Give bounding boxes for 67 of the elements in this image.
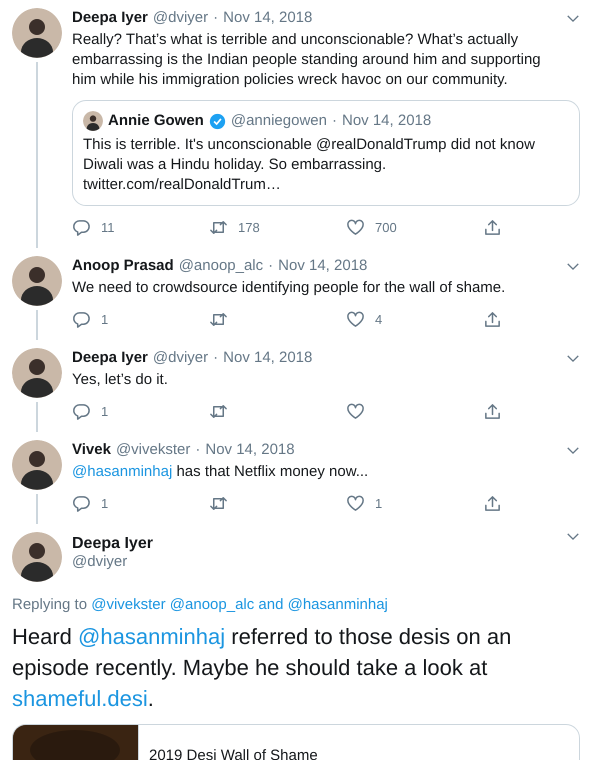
author-name[interactable]: Vivek	[72, 440, 111, 460]
tweet-text: Yes, let’s do it.	[72, 370, 169, 390]
action-count: 11	[101, 220, 114, 234]
reply-icon[interactable]	[72, 402, 91, 420]
avatar[interactable]	[12, 348, 62, 398]
tweet-date[interactable]: Nov 14, 2018	[223, 8, 312, 28]
share-icon[interactable]	[483, 218, 502, 236]
author-handle[interactable]: @vivekster	[116, 440, 190, 460]
link-card[interactable]: 2019 Desi Wall of Shame	[12, 724, 580, 760]
heart-icon[interactable]	[346, 494, 365, 512]
share-icon[interactable]	[483, 402, 502, 420]
mention-link[interactable]: shameful.desi	[12, 686, 148, 711]
reply-icon[interactable]	[72, 494, 91, 512]
chevron-down-icon[interactable]	[566, 354, 580, 362]
reply-icon[interactable]	[72, 218, 91, 236]
action-count: 700	[375, 220, 397, 234]
action-count: 4	[375, 312, 382, 326]
avatar[interactable]	[12, 440, 62, 490]
author-handle[interactable]: @dviyer	[152, 348, 208, 368]
author-name[interactable]: Deepa Iyer	[72, 348, 148, 368]
quoted-tweet[interactable]: Annie Gowen @anniegowen · Nov 14, 2018 This is terrible. It's unconscionable @realDonaldTrump did not know Diwali was a Hindu holiday. So embarrassing. twitter.com/realDonaldTrum…	[72, 100, 580, 206]
author-handle[interactable]: @anoop_alc	[178, 256, 264, 276]
chevron-down-icon[interactable]	[566, 262, 580, 270]
tweet-date[interactable]: Nov 14, 2018	[223, 348, 312, 368]
separator-dot: ·	[195, 440, 200, 460]
mention-link[interactable]: @vivekster @anoop_alc and @hasanminhaj	[91, 596, 388, 613]
mention-link[interactable]: @hasanminhaj	[78, 624, 226, 649]
avatar[interactable]	[12, 256, 62, 306]
reply-icon[interactable]	[72, 310, 91, 328]
author-handle[interactable]: @dviyer	[72, 553, 153, 570]
tweet-text: Really? That’s what is terrible and unconscionable? What’s actually embarrassing is the Indian people standing around him and supporting him while his immigration policies wreck havoc on our community.	[72, 30, 542, 90]
action-count: 1	[101, 496, 108, 510]
share-icon[interactable]	[483, 494, 502, 512]
card-title[interactable]: 2019 Desi Wall of Shame	[149, 747, 318, 760]
author-name: Annie Gowen	[108, 111, 204, 131]
heart-icon[interactable]	[346, 218, 365, 236]
chevron-down-icon[interactable]	[566, 446, 580, 454]
action-count: 1	[101, 312, 108, 326]
tweet-date[interactable]: Nov 14, 2018	[205, 440, 295, 460]
author-handle: @anniegowen	[230, 111, 327, 131]
replying-to-text: Replying to @vivekster @anoop_alc and @hasanminhaj	[12, 596, 389, 613]
tweet-text: We need to crowdsource identifying people for the wall of shame.	[72, 278, 506, 298]
mention-link[interactable]: @hasanminhaj	[72, 463, 172, 480]
author-name[interactable]: Anoop Prasad	[72, 256, 174, 276]
action-count: 178	[238, 220, 260, 234]
action-count: 1	[101, 404, 108, 418]
tweet-text: Heard @hasanminhaj referred to those desis on an episode recently. Maybe he should take a look at shameful.desi.	[12, 623, 512, 713]
avatar[interactable]	[83, 111, 103, 131]
tweet-text: @hasanminhaj has that Netflix money now...	[72, 462, 370, 482]
chevron-down-icon[interactable]	[566, 14, 580, 22]
separator-dot: ·	[213, 8, 218, 28]
separator-dot: ·	[268, 256, 274, 276]
author-name[interactable]: Deepa Iyer	[72, 8, 148, 28]
tweet-text: This is terrible. It's unconscionable @realDonaldTrump did not know Diwali was a Hindu holiday. So embarrassing. twitter.com/realDonaldTrum…	[83, 135, 536, 195]
avatar[interactable]	[12, 532, 62, 582]
author-handle[interactable]: @dviyer	[152, 8, 208, 28]
separator-dot: ·	[213, 348, 218, 368]
share-icon[interactable]	[483, 310, 502, 328]
separator-dot: ·	[332, 111, 337, 131]
tweet-date: Nov 14, 2018	[342, 111, 432, 131]
action-count: 1	[375, 496, 382, 510]
heart-icon[interactable]	[346, 402, 365, 420]
heart-icon[interactable]	[346, 310, 365, 328]
chevron-down-icon[interactable]	[566, 532, 580, 541]
avatar[interactable]	[12, 8, 62, 58]
tweet-date[interactable]: Nov 14, 2018	[278, 256, 368, 276]
author-name[interactable]: Deepa Iyer	[72, 535, 153, 553]
